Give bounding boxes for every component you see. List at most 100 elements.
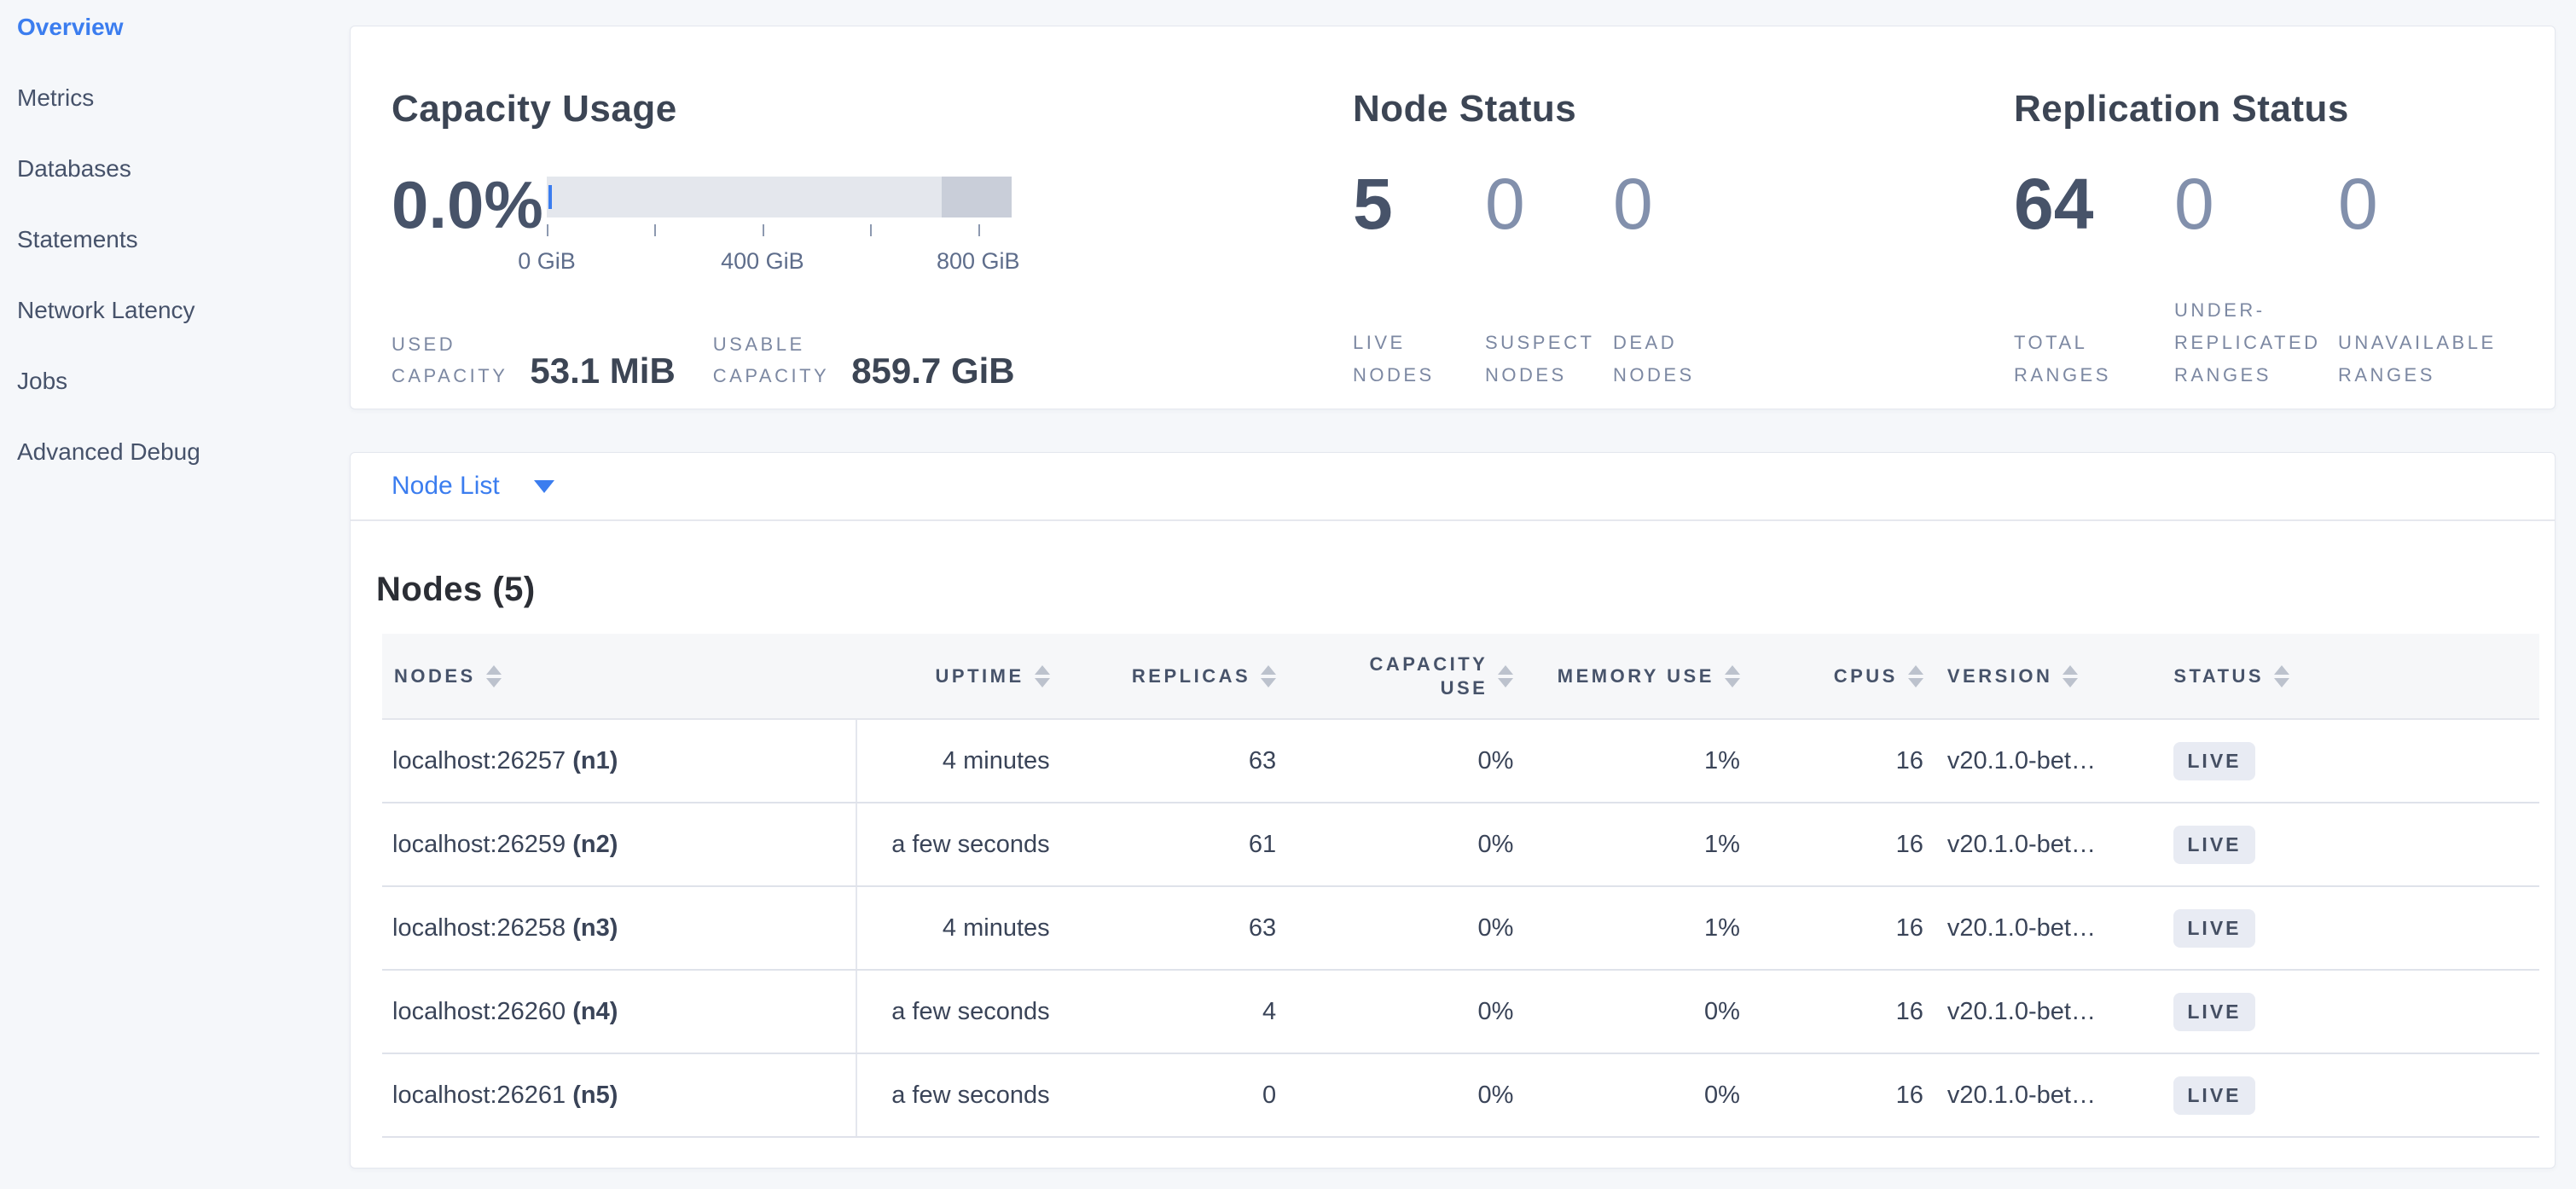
node-list-dropdown[interactable]: Node List [351, 453, 2555, 521]
dead-nodes-value: 0 [1613, 171, 1695, 237]
node-id: (n3) [572, 914, 618, 942]
capacity-bar-used-marker [548, 185, 552, 209]
column-header-status[interactable]: STATUS [2161, 634, 2539, 719]
status-badge: LIVE [2173, 1076, 2254, 1115]
nodes-table-row[interactable]: localhost:26258 (n3) 4 minutes 63 0% 1% … [382, 886, 2539, 970]
cluster-summary-card: Capacity Usage 0.0% 0 GiB 400 GiB 800 Gi… [350, 26, 2556, 409]
capacity-usage-section: Capacity Usage 0.0% 0 GiB 400 GiB 800 Gi… [392, 26, 1330, 409]
uptime-cell: a few seconds [856, 970, 1061, 1053]
dead-nodes-label: DEADNODES [1613, 327, 1695, 392]
sort-icon [1498, 665, 1513, 687]
live-nodes-stat: 5 LIVENODES [1353, 171, 1485, 392]
capacity-use-cell: 0% [1288, 886, 1525, 970]
node-status-section: Node Status 5 LIVENODES 0 SUSPECTNODES 0… [1353, 26, 1950, 409]
sidebar-item-databases[interactable]: Databases [17, 145, 350, 193]
capacity-use-cell: 0% [1288, 1053, 1525, 1137]
live-nodes-value: 5 [1353, 171, 1485, 237]
uptime-cell: 4 minutes [856, 719, 1061, 803]
sort-icon [2063, 665, 2078, 687]
sort-icon [486, 665, 502, 687]
sidebar-item-advanced-debug[interactable]: Advanced Debug [17, 428, 350, 476]
node-address: localhost:26260 [392, 998, 566, 1025]
node-address: localhost:26259 [392, 831, 566, 858]
node-id: (n2) [572, 831, 618, 858]
nodes-table-row[interactable]: localhost:26260 (n4) a few seconds 4 0% … [382, 970, 2539, 1053]
axis-label-800: 800 GiB [937, 248, 1020, 275]
total-ranges-value: 64 [2014, 171, 2174, 237]
nodes-table-row[interactable]: localhost:26257 (n1) 4 minutes 63 0% 1% … [382, 719, 2539, 803]
sidebar-item-overview[interactable]: Overview [17, 3, 350, 51]
node-status-title: Node Status [1353, 88, 1576, 130]
replicas-cell: 4 [1062, 970, 1289, 1053]
nodes-table-row[interactable]: localhost:26259 (n2) a few seconds 61 0%… [382, 803, 2539, 886]
status-badge: LIVE [2173, 826, 2254, 864]
uptime-cell: a few seconds [856, 803, 1061, 886]
column-header-uptime[interactable]: UPTIME [856, 634, 1061, 719]
sidebar-item-metrics[interactable]: Metrics [17, 74, 350, 122]
uptime-cell: 4 minutes [856, 886, 1061, 970]
sort-icon [1908, 665, 1923, 687]
memory-use-cell: 1% [1525, 803, 1752, 886]
sidebar-item-jobs[interactable]: Jobs [17, 357, 350, 405]
capacity-bar-reserved-segment [942, 177, 1012, 218]
replication-status-section: Replication Status 64 TOTALRANGES 0 UNDE… [2014, 26, 2543, 409]
cpus-cell: 16 [1752, 803, 1935, 886]
node-address: localhost:26257 [392, 747, 566, 774]
version-cell: v20.1.0-bet… [1935, 803, 2162, 886]
capacity-bar-axis [547, 224, 1012, 241]
node-address: localhost:26258 [392, 914, 566, 942]
column-header-capacity-use[interactable]: CAPACITY USE [1288, 634, 1525, 719]
version-cell: v20.1.0-bet… [1935, 886, 2162, 970]
chevron-down-icon [534, 480, 554, 493]
uptime-cell: a few seconds [856, 1053, 1061, 1137]
nodes-table-header-row: NODES UPTIME REPLICAS CAPACITY USE MEMOR… [382, 634, 2539, 719]
under-replicated-ranges-stat: 0 UNDER-REPLICATEDRANGES [2174, 171, 2338, 392]
capacity-use-cell: 0% [1288, 803, 1525, 886]
capacity-use-cell: 0% [1288, 719, 1525, 803]
capacity-bar: 0 GiB 400 GiB 800 GiB [547, 177, 1012, 218]
sidebar: Overview Metrics Databases Statements Ne… [0, 0, 350, 1189]
node-id: (n4) [572, 998, 618, 1025]
replication-status-title: Replication Status [2014, 88, 2349, 130]
nodes-table: NODES UPTIME REPLICAS CAPACITY USE MEMOR… [382, 634, 2539, 1138]
unavailable-ranges-value: 0 [2338, 171, 2497, 237]
cpus-cell: 16 [1752, 970, 1935, 1053]
total-ranges-label: TOTALRANGES [2014, 327, 2174, 392]
nodes-table-row[interactable]: localhost:26261 (n5) a few seconds 0 0% … [382, 1053, 2539, 1137]
sidebar-item-network-latency[interactable]: Network Latency [17, 287, 350, 334]
cpus-cell: 16 [1752, 1053, 1935, 1137]
sidebar-item-statements[interactable]: Statements [17, 216, 350, 264]
version-cell: v20.1.0-bet… [1935, 719, 2162, 803]
capacity-used-percent: 0.0% [392, 171, 547, 238]
replicas-cell: 63 [1062, 719, 1289, 803]
column-header-cpus[interactable]: CPUS [1752, 634, 1935, 719]
unavailable-ranges-label: UNAVAILABLERANGES [2338, 327, 2497, 392]
replicas-cell: 63 [1062, 886, 1289, 970]
unavailable-ranges-stat: 0 UNAVAILABLERANGES [2338, 171, 2497, 392]
axis-label-0: 0 GiB [518, 248, 576, 275]
live-nodes-label: LIVENODES [1353, 327, 1485, 392]
column-header-replicas[interactable]: REPLICAS [1062, 634, 1289, 719]
sort-icon [1725, 665, 1740, 687]
used-capacity-label: USEDCAPACITY [392, 328, 508, 392]
total-ranges-stat: 64 TOTALRANGES [2014, 171, 2174, 392]
column-header-nodes[interactable]: NODES [382, 634, 856, 719]
version-cell: v20.1.0-bet… [1935, 970, 2162, 1053]
memory-use-cell: 0% [1525, 1053, 1752, 1137]
axis-label-400: 400 GiB [721, 248, 804, 275]
column-header-version[interactable]: VERSION [1935, 634, 2162, 719]
memory-use-cell: 1% [1525, 719, 1752, 803]
cpus-cell: 16 [1752, 886, 1935, 970]
cpus-cell: 16 [1752, 719, 1935, 803]
under-replicated-ranges-value: 0 [2174, 171, 2338, 237]
suspect-nodes-label: SUSPECTNODES [1485, 327, 1613, 392]
used-capacity-value: 53.1 MiB [530, 354, 675, 388]
nodes-table-title: Nodes (5) [376, 569, 2555, 610]
usable-capacity-label: USABLECAPACITY [713, 328, 829, 392]
sort-icon [1261, 665, 1276, 687]
nodes-card: Node List Nodes (5) NODES UPTIME REPLICA… [350, 452, 2556, 1169]
usable-capacity-value: 859.7 GiB [851, 354, 1014, 388]
status-badge: LIVE [2173, 909, 2254, 948]
column-header-memory-use[interactable]: MEMORY USE [1525, 634, 1752, 719]
status-badge: LIVE [2173, 993, 2254, 1031]
